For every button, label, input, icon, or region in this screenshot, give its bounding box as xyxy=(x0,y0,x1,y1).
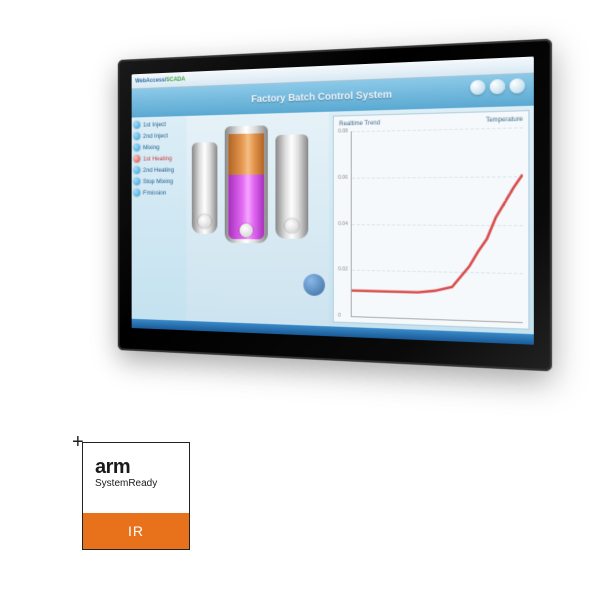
step-1st-heating[interactable]: 1st Heating xyxy=(133,154,184,162)
system-title: Factory Batch Control System xyxy=(251,89,392,105)
y-tick: 0.02 xyxy=(338,267,348,273)
step-1st-inject[interactable]: 1st Inject xyxy=(133,120,184,129)
y-tick: 0 xyxy=(338,313,341,319)
process-steps-sidebar: 1st Inject 2nd Inject Mixing 1st Heating… xyxy=(132,116,187,321)
tank-2-main xyxy=(225,125,268,243)
tank-1 xyxy=(192,142,218,234)
step-label: Stop Mixing xyxy=(143,178,173,185)
tank-3 xyxy=(275,134,308,239)
y-tick: 0.06 xyxy=(338,174,348,180)
step-label: 2nd Heating xyxy=(143,166,174,173)
step-indicator-icon xyxy=(133,166,140,174)
nav-buttons xyxy=(470,78,525,95)
app-sub-label: SCADA xyxy=(166,76,185,83)
content-area: 1st Inject 2nd Inject Mixing 1st Heating… xyxy=(132,106,534,335)
app-label: WebAccess/ xyxy=(135,77,166,84)
step-indicator-icon xyxy=(133,132,140,140)
y-tick: 0.04 xyxy=(338,221,348,227)
y-tick: 0.08 xyxy=(338,128,348,134)
nav-forward-icon[interactable] xyxy=(510,78,526,93)
process-diagram xyxy=(186,112,329,327)
chart-right-label: Temperature xyxy=(486,117,523,124)
chart-plot-area: 0.08 0.06 0.04 0.02 0 xyxy=(351,127,523,323)
screen: WebAccess/SCADA Factory Batch Control Sy… xyxy=(132,57,534,345)
pump-icon xyxy=(304,274,326,297)
step-label: Emission xyxy=(143,189,166,196)
badge-tier-bar: IR xyxy=(83,513,189,549)
step-stop-mixing[interactable]: Stop Mixing xyxy=(133,177,184,185)
nav-back-icon[interactable] xyxy=(470,80,485,95)
step-2nd-inject[interactable]: 2nd Inject xyxy=(133,131,184,140)
badge-tier: IR xyxy=(128,523,144,539)
step-label: 1st Heating xyxy=(143,155,172,162)
step-indicator-icon xyxy=(133,144,140,152)
step-label: 1st Inject xyxy=(143,121,166,128)
nav-home-icon[interactable] xyxy=(490,79,505,94)
gauge-icon xyxy=(240,224,253,238)
arm-systemready-badge: + arm SystemReady IR xyxy=(70,430,190,550)
step-indicator-icon xyxy=(133,155,140,163)
gauge-icon xyxy=(198,215,211,229)
tank-2-upper-fill xyxy=(228,133,264,178)
step-label: 2nd Inject xyxy=(143,132,168,139)
step-indicator-icon xyxy=(133,189,140,197)
step-label: Mixing xyxy=(143,144,160,151)
step-indicator-icon xyxy=(133,121,140,129)
trend-line xyxy=(352,127,523,299)
step-emission[interactable]: Emission xyxy=(133,189,184,197)
step-mixing[interactable]: Mixing xyxy=(133,143,184,152)
badge-top: arm SystemReady xyxy=(83,443,189,513)
badge-frame: arm SystemReady IR xyxy=(82,442,190,550)
badge-brand: arm xyxy=(95,457,179,477)
step-2nd-heating[interactable]: 2nd Heating xyxy=(133,166,184,174)
badge-program: SystemReady xyxy=(95,478,179,489)
industrial-monitor: WebAccess/SCADA Factory Batch Control Sy… xyxy=(100,50,540,360)
step-indicator-icon xyxy=(133,178,140,186)
gauge-icon xyxy=(285,219,299,233)
trend-chart-panel: Realtime Trend Temperature 0.08 0.06 0.0… xyxy=(333,110,529,330)
